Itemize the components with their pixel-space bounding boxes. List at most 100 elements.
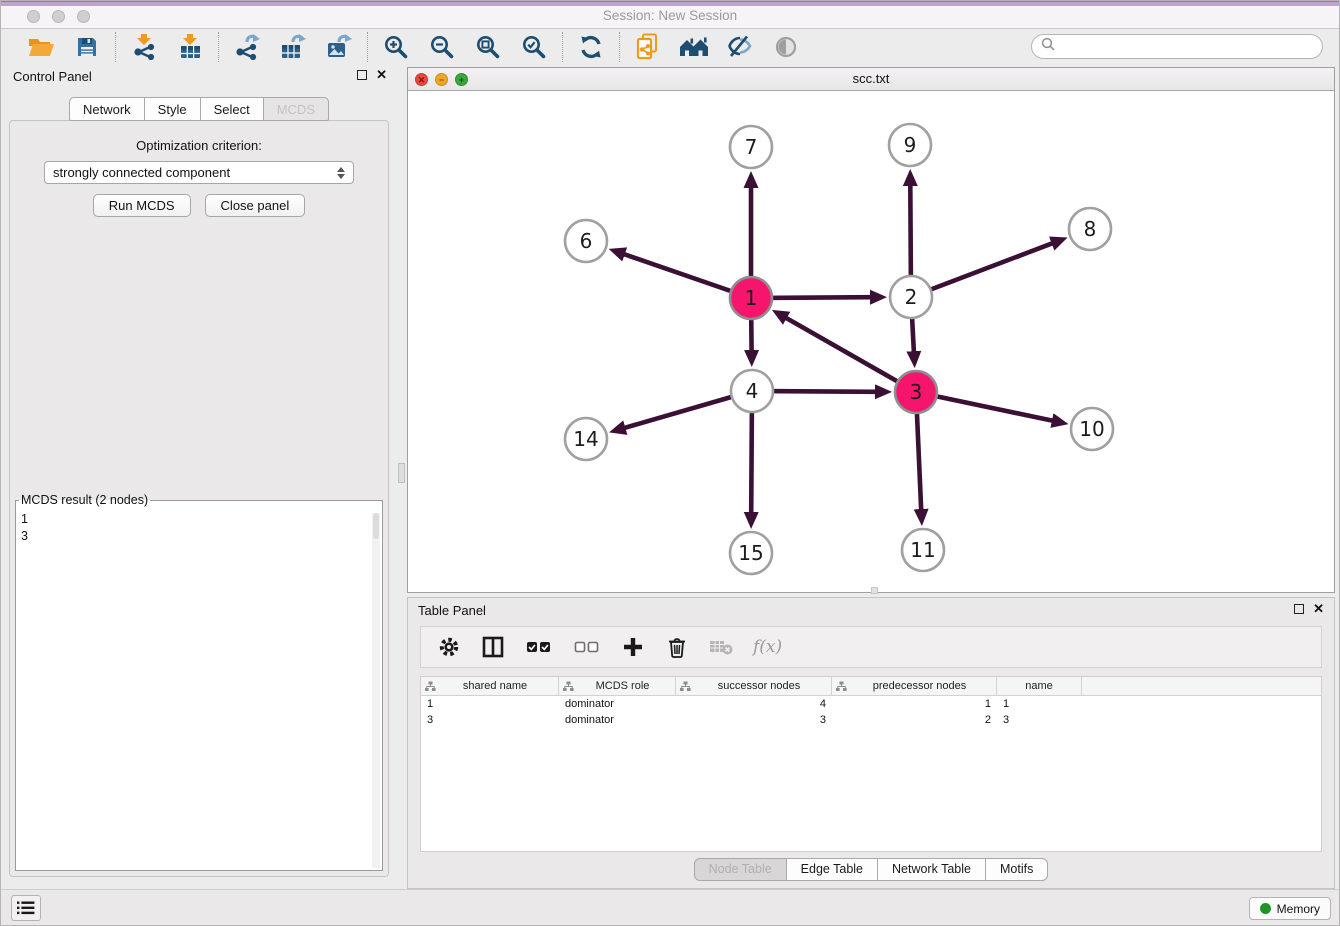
search-input[interactable] xyxy=(1060,38,1313,55)
graph-node-15[interactable]: 15 xyxy=(730,532,772,574)
open-session-icon[interactable] xyxy=(26,32,56,62)
main-toolbar xyxy=(1,30,1339,63)
cell-name[interactable]: 3 xyxy=(997,712,1082,728)
cell-name[interactable]: 1 xyxy=(997,696,1082,712)
zoom-fit-icon[interactable] xyxy=(473,32,503,62)
tab-motifs[interactable]: Motifs xyxy=(986,858,1048,881)
save-session-icon[interactable] xyxy=(72,32,102,62)
graph-node-6[interactable]: 6 xyxy=(565,220,607,262)
export-network-icon[interactable] xyxy=(232,32,262,62)
tree-icon xyxy=(680,681,691,692)
table-row[interactable]: 3 dominator 3 2 3 xyxy=(421,712,1321,728)
cell-predecessor-nodes[interactable]: 1 xyxy=(832,696,997,712)
network-close-button[interactable]: ✕ xyxy=(415,73,428,86)
graph-edge-3-1[interactable] xyxy=(786,318,916,392)
table-tabs: Node Table Edge Table Network Table Moti… xyxy=(408,858,1334,881)
network-window-titlebar[interactable]: ✕ − + scc.txt xyxy=(408,68,1334,91)
tab-network-table[interactable]: Network Table xyxy=(878,858,986,881)
svg-text:2: 2 xyxy=(905,285,918,309)
network-overview-icon[interactable] xyxy=(679,32,709,62)
cell-mcds-role[interactable]: dominator xyxy=(559,696,676,712)
float-table-panel-icon[interactable] xyxy=(1294,604,1304,614)
cell-shared-name[interactable]: 3 xyxy=(421,712,559,728)
graph-node-3[interactable]: 3 xyxy=(895,371,937,413)
zoom-in-icon[interactable] xyxy=(381,32,411,62)
result-scrollbar[interactable] xyxy=(372,513,380,868)
export-image-icon[interactable] xyxy=(324,32,354,62)
application-window: Session: New Session xyxy=(0,0,1340,926)
window-title: Session: New Session xyxy=(1,1,1339,31)
table-row[interactable]: 1 dominator 4 1 1 xyxy=(421,696,1321,712)
column-header-shared-name[interactable]: shared name xyxy=(421,677,559,695)
gear-icon[interactable] xyxy=(437,635,461,659)
graph-edge-2-8[interactable] xyxy=(911,243,1053,297)
mcds-result-title: MCDS result (2 nodes) xyxy=(19,493,150,507)
mcds-result-text[interactable]: 1 3 xyxy=(17,510,381,869)
add-column-icon[interactable] xyxy=(621,635,645,659)
tab-edge-table[interactable]: Edge Table xyxy=(787,858,878,881)
column-header-predecessor-nodes[interactable]: predecessor nodes xyxy=(832,677,997,695)
graph-node-8[interactable]: 8 xyxy=(1069,208,1111,250)
column-header-mcds-role[interactable]: MCDS role xyxy=(559,677,676,695)
selected-criterion: strongly connected component xyxy=(53,165,337,180)
tab-node-table[interactable]: Node Table xyxy=(694,858,787,881)
network-canvas[interactable]: 7 9 6 8 1 2 4 3 14 10 15 11 xyxy=(408,91,1334,592)
tab-select[interactable]: Select xyxy=(201,97,264,121)
zoom-out-icon[interactable] xyxy=(427,32,457,62)
graph-node-14[interactable]: 14 xyxy=(565,418,607,460)
task-history-button[interactable] xyxy=(11,895,41,921)
graph-node-10[interactable]: 10 xyxy=(1071,408,1113,450)
cell-shared-name[interactable]: 1 xyxy=(421,696,559,712)
export-table-icon[interactable] xyxy=(278,32,308,62)
select-all-icon[interactable] xyxy=(525,635,553,659)
status-bar: Memory xyxy=(1,889,1339,925)
graph-node-1[interactable]: 1 xyxy=(730,277,772,319)
svg-text:11: 11 xyxy=(910,538,935,562)
svg-text:3: 3 xyxy=(910,380,923,404)
columns-icon[interactable] xyxy=(481,635,505,659)
optimization-criterion-select[interactable]: strongly connected component xyxy=(44,161,354,184)
network-zoom-button[interactable]: + xyxy=(455,73,468,86)
column-header-name[interactable]: name xyxy=(997,677,1082,695)
unselect-all-icon[interactable] xyxy=(573,635,601,659)
network-window-title: scc.txt xyxy=(408,68,1334,90)
cell-predecessor-nodes[interactable]: 2 xyxy=(832,712,997,728)
clone-network-icon[interactable] xyxy=(633,32,663,62)
graphics-details-icon[interactable] xyxy=(771,32,801,62)
network-minimize-button[interactable]: − xyxy=(435,73,448,86)
close-table-panel-icon[interactable]: ✕ xyxy=(1313,603,1324,615)
tab-network[interactable]: Network xyxy=(69,97,145,121)
memory-button[interactable]: Memory xyxy=(1249,897,1331,920)
graph-node-11[interactable]: 11 xyxy=(902,529,944,571)
divider-dot[interactable] xyxy=(871,587,878,594)
cell-successor-nodes[interactable]: 3 xyxy=(676,712,832,728)
tab-style[interactable]: Style xyxy=(145,97,201,121)
control-panel: Control Panel ✕ Network Style Select MCD… xyxy=(1,63,397,889)
cell-successor-nodes[interactable]: 4 xyxy=(676,696,832,712)
svg-text:7: 7 xyxy=(745,135,758,159)
close-panel-icon[interactable]: ✕ xyxy=(376,69,387,81)
hide-edges-icon[interactable] xyxy=(725,32,755,62)
divider-grip[interactable] xyxy=(398,463,405,483)
delete-column-icon[interactable] xyxy=(665,635,689,659)
column-header-successor-nodes[interactable]: successor nodes xyxy=(676,677,832,695)
apply-layout-icon[interactable] xyxy=(576,32,606,62)
import-network-icon[interactable] xyxy=(129,32,159,62)
close-panel-button[interactable]: Close panel xyxy=(205,194,306,217)
svg-text:1: 1 xyxy=(745,286,758,310)
cell-mcds-role[interactable]: dominator xyxy=(559,712,676,728)
panel-divider[interactable] xyxy=(397,63,407,889)
float-panel-icon[interactable] xyxy=(357,70,367,80)
table-header-row: shared name MCDS role successor nodes pr… xyxy=(421,677,1321,696)
graph-node-9[interactable]: 9 xyxy=(889,124,931,166)
function-builder-icon[interactable]: f(x) xyxy=(753,637,782,657)
graph-node-2[interactable]: 2 xyxy=(890,276,932,318)
run-mcds-button[interactable]: Run MCDS xyxy=(93,194,191,217)
delete-table-icon[interactable] xyxy=(709,635,733,659)
graph-node-7[interactable]: 7 xyxy=(730,126,772,168)
graph-svg[interactable]: 7 9 6 8 1 2 4 3 14 10 15 11 xyxy=(408,91,1334,593)
import-table-icon[interactable] xyxy=(175,32,205,62)
zoom-selected-icon[interactable] xyxy=(519,32,549,62)
tab-mcds[interactable]: MCDS xyxy=(264,97,329,121)
graph-node-4[interactable]: 4 xyxy=(731,370,773,412)
